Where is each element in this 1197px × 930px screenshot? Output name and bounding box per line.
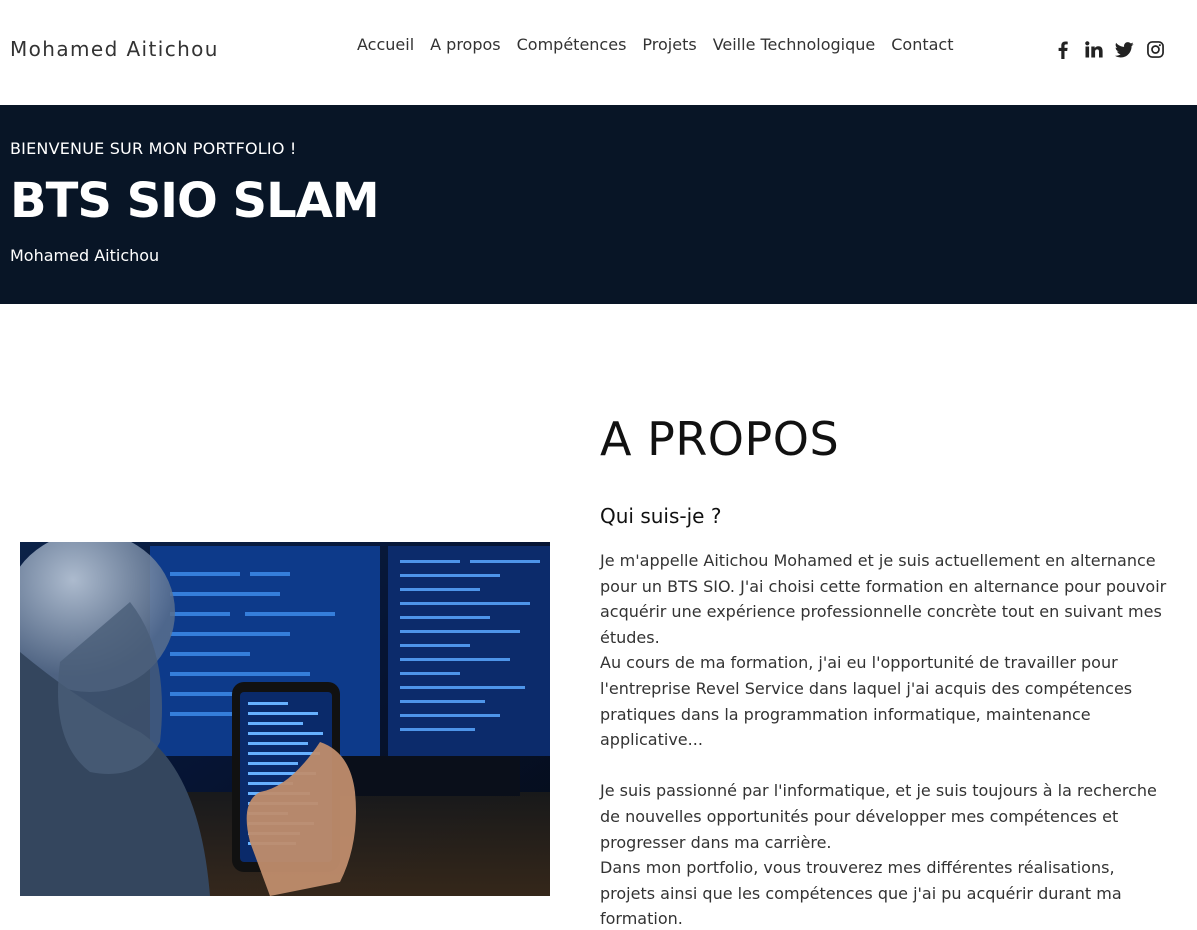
about-subtitle: Qui suis-je ? [600,504,722,528]
twitter-icon[interactable] [1115,40,1134,59]
about-paragraph: Au cours de ma formation, j'ai eu l'oppo… [600,653,1133,750]
hero-banner: BIENVENUE SUR MON PORTFOLIO ! BTS SIO SL… [0,105,1197,304]
facebook-icon[interactable] [1053,40,1072,59]
nav-a-propos[interactable]: A propos [422,35,508,55]
linkedin-icon[interactable] [1084,40,1103,59]
nav-projets[interactable]: Projets [634,35,704,55]
instagram-icon[interactable] [1146,40,1165,59]
hero-kicker: BIENVENUE SUR MON PORTFOLIO ! [10,139,297,158]
nav-competences[interactable]: Compétences [509,35,635,55]
about-paragraph: Dans mon portfolio, vous trouverez mes d… [600,858,1122,929]
hero-subtitle: Mohamed Aitichou [10,246,160,265]
hero-title: BTS SIO SLAM [10,173,380,229]
about-paragraph: Je suis passionné par l'informatique, et… [600,781,1157,852]
about-text: Je m'appelle Aitichou Mohamed et je suis… [600,548,1170,930]
nav-veille-technologique[interactable]: Veille Technologique [705,35,884,55]
main-nav: Accueil A propos Compétences Projets Vei… [349,35,962,55]
site-header: Mohamed Aitichou Accueil A propos Compét… [0,0,1197,105]
brand-name[interactable]: Mohamed Aitichou [10,37,219,61]
social-links [1053,40,1165,59]
about-title: A PROPOS [600,412,840,466]
developer-with-phone-photo [20,542,550,896]
nav-accueil[interactable]: Accueil [349,35,422,55]
nav-contact[interactable]: Contact [883,35,961,55]
about-paragraph: Je m'appelle Aitichou Mohamed et je suis… [600,551,1167,647]
